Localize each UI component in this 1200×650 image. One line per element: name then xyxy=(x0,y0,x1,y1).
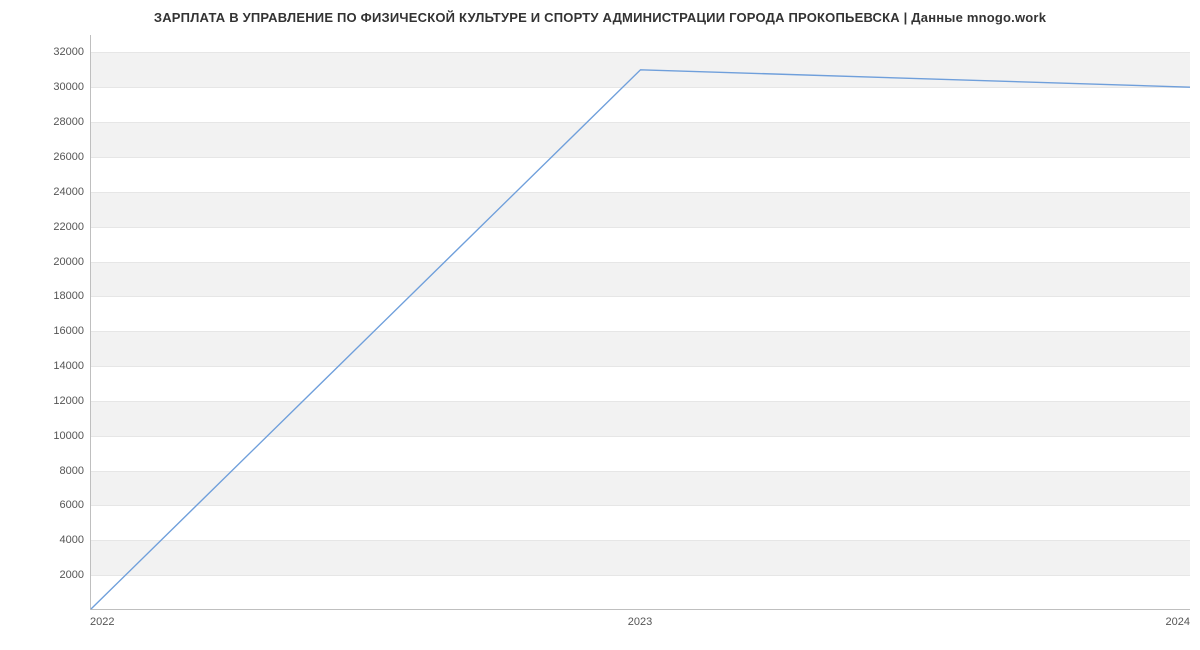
y-axis-tick: 8000 xyxy=(4,465,84,477)
y-axis-tick: 28000 xyxy=(4,116,84,128)
y-axis-tick: 22000 xyxy=(4,221,84,233)
line-series xyxy=(91,35,1190,609)
y-axis-tick: 24000 xyxy=(4,186,84,198)
x-axis-tick: 2023 xyxy=(628,616,652,628)
x-axis-tick: 2022 xyxy=(90,616,114,628)
chart-container: ЗАРПЛАТА В УПРАВЛЕНИЕ ПО ФИЗИЧЕСКОЙ КУЛЬ… xyxy=(0,0,1200,650)
y-axis-tick: 30000 xyxy=(4,81,84,93)
y-axis-tick: 10000 xyxy=(4,430,84,442)
y-axis-tick: 18000 xyxy=(4,290,84,302)
y-axis-tick: 32000 xyxy=(4,46,84,58)
y-axis-tick: 6000 xyxy=(4,499,84,511)
y-axis-tick: 14000 xyxy=(4,360,84,372)
x-axis-tick: 2024 xyxy=(1166,616,1190,628)
y-axis-tick: 16000 xyxy=(4,325,84,337)
y-axis-tick: 4000 xyxy=(4,534,84,546)
chart-title: ЗАРПЛАТА В УПРАВЛЕНИЕ ПО ФИЗИЧЕСКОЙ КУЛЬ… xyxy=(0,10,1200,25)
y-axis-tick: 2000 xyxy=(4,569,84,581)
y-axis-tick: 26000 xyxy=(4,151,84,163)
y-axis-tick: 20000 xyxy=(4,256,84,268)
y-axis-tick: 12000 xyxy=(4,395,84,407)
plot-area xyxy=(90,35,1190,610)
